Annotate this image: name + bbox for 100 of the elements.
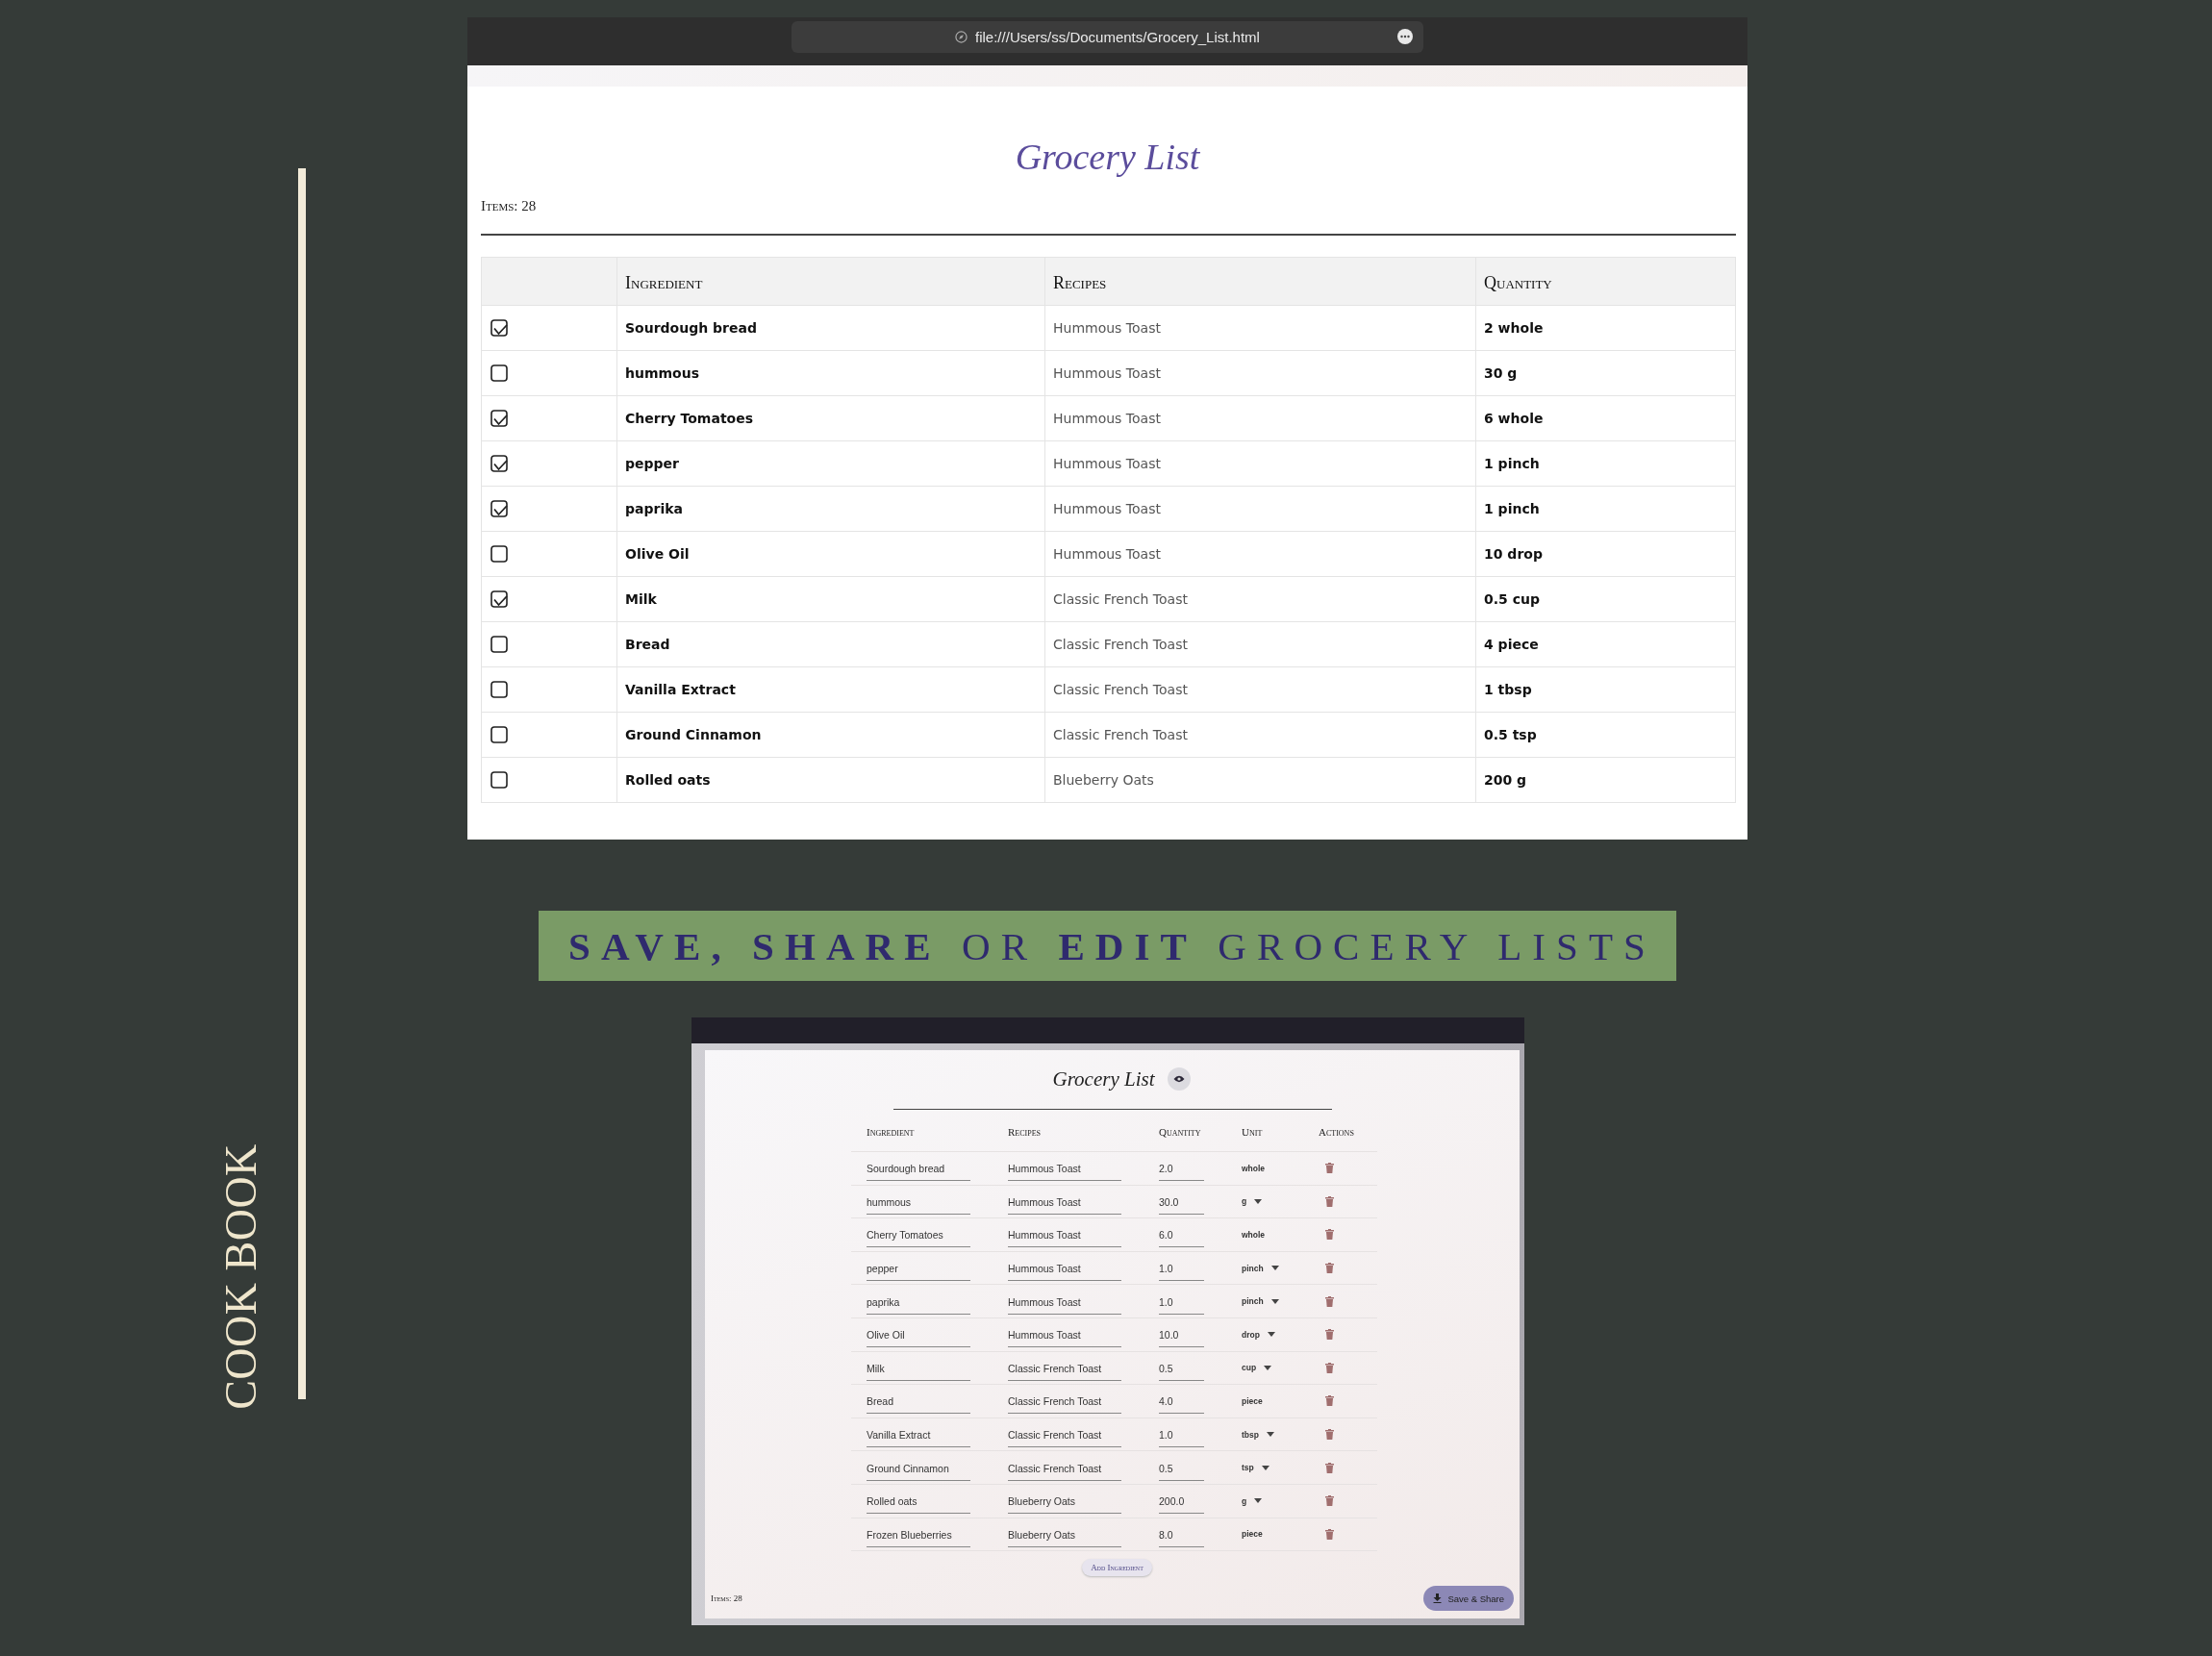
caret-icon[interactable] (1270, 1298, 1279, 1304)
quantity-field[interactable]: 6.0 (1159, 1221, 1204, 1248)
unit-dropdown[interactable]: pinch (1242, 1263, 1286, 1273)
recipe-field[interactable]: Hummous Toast (1008, 1255, 1121, 1282)
trash-icon[interactable] (1325, 1462, 1334, 1473)
quantity-field[interactable]: 1.0 (1159, 1255, 1204, 1282)
ingredient-field[interactable]: paprika (867, 1288, 970, 1315)
ingredient-field[interactable]: Cherry Tomatoes (867, 1221, 970, 1248)
trash-icon[interactable] (1325, 1429, 1334, 1441)
ingredient-field[interactable]: Vanilla Extract (867, 1421, 970, 1448)
checked-checkbox[interactable] (490, 590, 508, 608)
unit-dropdown[interactable]: tbsp (1242, 1429, 1286, 1440)
trash-icon[interactable] (1325, 1395, 1334, 1407)
address-bar[interactable]: file:///Users/ss/Documents/Grocery_List.html (792, 21, 1423, 53)
table-cell: Classic French Toast (1044, 666, 1476, 712)
caret-icon[interactable] (1267, 1332, 1275, 1338)
banner: SAVE, SHARE OR EDIT GROCERY LISTS (539, 911, 1676, 981)
ingredient-field[interactable]: pepper (867, 1255, 970, 1282)
caret-icon[interactable] (1254, 1198, 1263, 1204)
checkbox[interactable] (490, 770, 508, 789)
recipe-field[interactable]: Hummous Toast (1008, 1321, 1121, 1348)
table-cell: pepper (616, 440, 1045, 486)
table-cell: 0.5 cup (1475, 576, 1736, 621)
checkbox[interactable] (490, 635, 508, 653)
checkbox[interactable] (490, 725, 508, 743)
caret-icon[interactable] (1270, 1266, 1279, 1271)
more-icon[interactable] (1396, 28, 1414, 45)
recipe-field[interactable]: Classic French Toast (1008, 1354, 1121, 1381)
quantity-field[interactable]: 10.0 (1159, 1321, 1204, 1348)
table-cell: 200 g (1475, 757, 1736, 802)
recipe-field[interactable]: Classic French Toast (1008, 1454, 1121, 1481)
table-cell: Hummous Toast (1044, 440, 1476, 486)
quantity-field[interactable]: 1.0 (1159, 1421, 1204, 1448)
quantity-field[interactable]: 30.0 (1159, 1188, 1204, 1215)
quantity-field[interactable]: 200.0 (1159, 1488, 1204, 1515)
recipe-field[interactable]: Hummous Toast (1008, 1288, 1121, 1315)
table-cell: 30 g (1475, 350, 1736, 395)
quantity-field[interactable]: 8.0 (1159, 1520, 1204, 1547)
caret-icon[interactable] (1254, 1498, 1263, 1504)
table-cell: 6 whole (1475, 395, 1736, 440)
column-header: Recipes (1008, 1126, 1042, 1138)
trash-icon[interactable] (1325, 1295, 1334, 1307)
table-cell: 4 piece (1475, 621, 1736, 666)
unit-dropdown[interactable]: g (1242, 1196, 1286, 1207)
unit-dropdown[interactable]: pinch (1242, 1296, 1286, 1307)
table-cell: 1 pinch (1475, 486, 1736, 531)
ingredient-field[interactable]: Olive Oil (867, 1321, 970, 1348)
caret-icon[interactable] (1261, 1465, 1269, 1470)
table-cell: Classic French Toast (1044, 712, 1476, 757)
table-cell: Cherry Tomatoes (616, 395, 1045, 440)
checked-checkbox[interactable] (490, 409, 508, 427)
trash-icon[interactable] (1325, 1229, 1334, 1241)
caret-icon[interactable] (1264, 1365, 1272, 1370)
recipe-field[interactable]: Classic French Toast (1008, 1388, 1121, 1415)
recipe-field[interactable]: Hummous Toast (1008, 1221, 1121, 1248)
ingredient-field[interactable]: Ground Cinnamon (867, 1454, 970, 1481)
checked-checkbox[interactable] (490, 454, 508, 472)
quantity-field[interactable]: 0.5 (1159, 1454, 1204, 1481)
trash-icon[interactable] (1325, 1362, 1334, 1373)
checked-checkbox[interactable] (490, 499, 508, 517)
recipe-field[interactable]: Classic French Toast (1008, 1421, 1121, 1448)
unit-dropdown[interactable]: drop (1242, 1329, 1286, 1340)
ingredient-field[interactable]: Bread (867, 1388, 970, 1415)
checkbox[interactable] (490, 364, 508, 382)
table-cell: Olive Oil (616, 531, 1045, 576)
unit-dropdown[interactable]: g (1242, 1495, 1286, 1506)
column-header: Ingredient (867, 1126, 916, 1138)
quantity-field[interactable]: 1.0 (1159, 1288, 1204, 1315)
checkbox[interactable] (490, 680, 508, 698)
ingredient-field[interactable]: hummous (867, 1188, 970, 1215)
ingredient-field[interactable]: Frozen Blueberries (867, 1520, 970, 1547)
checked-checkbox[interactable] (490, 318, 508, 337)
recipe-field[interactable]: Hummous Toast (1008, 1188, 1121, 1215)
trash-icon[interactable] (1325, 1195, 1334, 1207)
ingredient-field[interactable]: Milk (867, 1354, 970, 1381)
recipe-field[interactable]: Blueberry Oats (1008, 1520, 1121, 1547)
table-cell: Sourdough bread (616, 305, 1045, 350)
quantity-field[interactable]: 2.0 (1159, 1155, 1204, 1182)
table-cell: Rolled oats (616, 757, 1045, 802)
quantity-field[interactable]: 4.0 (1159, 1388, 1204, 1415)
ingredient-field[interactable]: Rolled oats (867, 1488, 970, 1515)
caret-icon[interactable] (1266, 1432, 1274, 1438)
save-share-button[interactable]: Save & Share (1423, 1586, 1514, 1611)
checkbox[interactable] (490, 544, 508, 563)
trash-icon[interactable] (1325, 1329, 1334, 1341)
trash-icon[interactable] (1325, 1163, 1334, 1174)
trash-icon[interactable] (1325, 1528, 1334, 1540)
add-ingredient-button[interactable]: Add Ingredient (1082, 1559, 1152, 1577)
recipe-field[interactable]: Blueberry Oats (1008, 1488, 1121, 1515)
column-header: Actions (1319, 1126, 1354, 1138)
unit-dropdown[interactable]: cup (1242, 1363, 1286, 1373)
download-icon (1433, 1593, 1443, 1603)
trash-icon[interactable] (1325, 1263, 1334, 1274)
quantity-field[interactable]: 0.5 (1159, 1354, 1204, 1381)
unit-dropdown[interactable]: tsp (1242, 1463, 1286, 1473)
trash-icon[interactable] (1325, 1495, 1334, 1507)
ingredient-field[interactable]: Sourdough bread (867, 1155, 970, 1182)
recipe-field[interactable]: Hummous Toast (1008, 1155, 1121, 1182)
eye-icon[interactable] (1168, 1067, 1192, 1091)
table-cell: Hummous Toast (1044, 395, 1476, 440)
